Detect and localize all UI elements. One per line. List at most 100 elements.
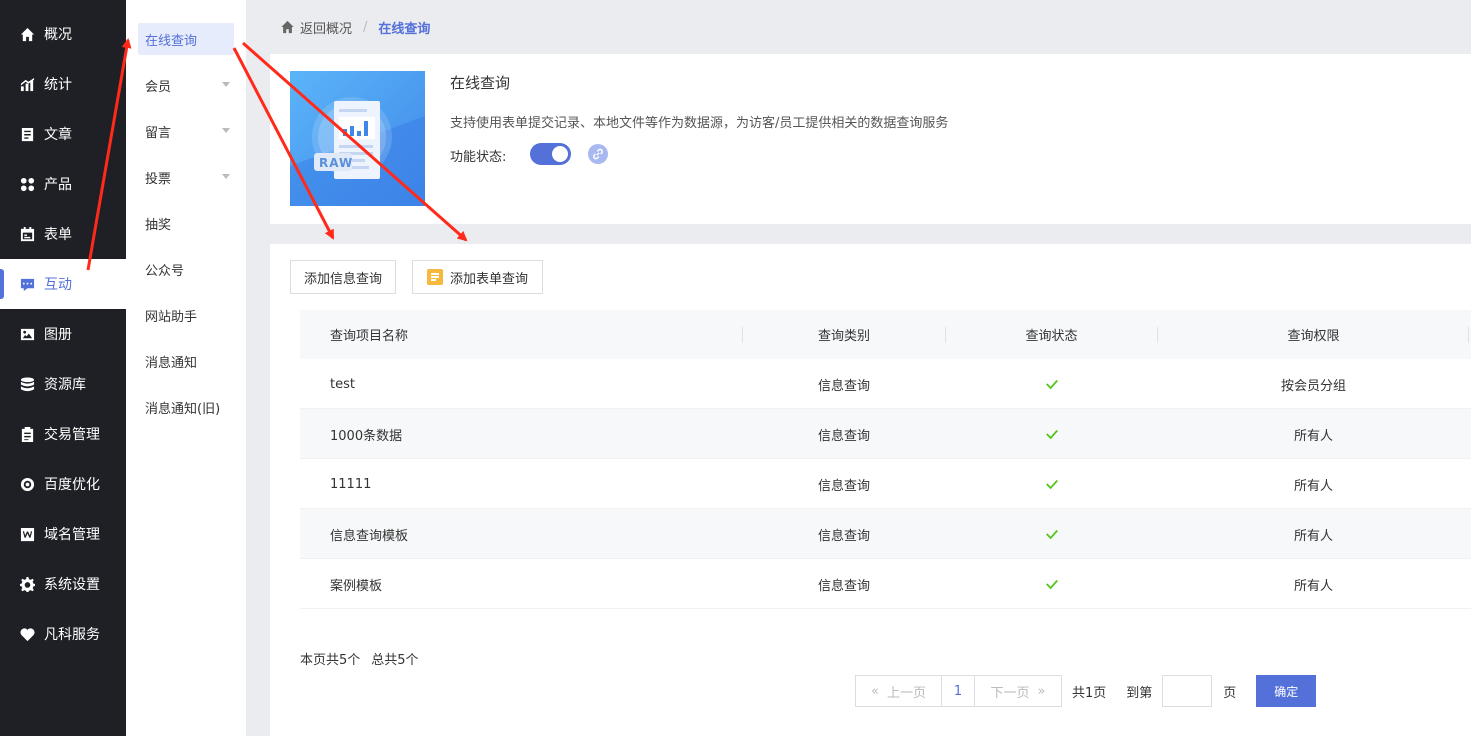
cell-name: 信息查询模板 (330, 528, 409, 544)
column-header-name: 查询项目名称 (330, 329, 409, 344)
check-icon (946, 509, 1157, 559)
cell-name: test (330, 376, 355, 392)
nav-item-label: 凡科服务 (44, 627, 100, 643)
form-icon (426, 269, 443, 285)
table-header: 查询项目名称 查询类别 查询状态 查询权限 (300, 310, 1471, 359)
nav-item-label: 域名管理 (44, 527, 100, 543)
prev-page-label: 上一页 (886, 685, 926, 701)
submenu-item-lottery[interactable]: 抽奖 (138, 207, 234, 239)
feature-state-label: 功能状态: (450, 150, 507, 165)
feature-title: 在线查询 (450, 74, 511, 92)
goto-page-input[interactable] (1162, 675, 1213, 707)
breadcrumb-current: 在线查询 (378, 21, 431, 37)
column-divider (1468, 327, 1469, 343)
grid-icon (20, 177, 35, 192)
banner-raw-label: RAW (319, 156, 354, 170)
nav-item-label: 概况 (44, 27, 72, 43)
cell-permission: 所有人 (1293, 578, 1333, 594)
breadcrumb-separator: / (363, 19, 368, 35)
cell-permission: 所有人 (1293, 528, 1333, 544)
nav-item-product[interactable]: 产品 (0, 159, 126, 209)
domain-icon (20, 527, 35, 542)
cell-type: 信息查询 (817, 478, 870, 494)
calendar-icon (20, 226, 35, 242)
prev-page-button[interactable]: « 上一页 (855, 675, 942, 707)
submenu-item-label: 留言 (145, 125, 172, 141)
nav-item-settings[interactable]: 系统设置 (0, 559, 126, 609)
query-list-card: 添加信息查询 添加表单查询 查询项目名称 查询类别 查询状态 查询权限 test… (270, 244, 1471, 736)
sub-menu: 在线查询 会员 留言 投票 抽奖 公众号 网站助手 消息通知 消息通知(旧) (126, 0, 246, 736)
nav-item-interaction[interactable]: 互动 (0, 259, 126, 309)
link-icon[interactable] (588, 144, 608, 164)
submenu-item-official-account[interactable]: 公众号 (138, 253, 234, 285)
submenu-item-site-assistant[interactable]: 网站助手 (138, 299, 234, 331)
submenu-item-message[interactable]: 留言 (138, 115, 234, 147)
table-row[interactable]: test 信息查询 按会员分组 (300, 359, 1471, 409)
main-sidebar: 概况 统计 文章 产品 表单 互动 图册 资源库 交易管理 百度优化 域名管理 (0, 0, 126, 736)
home-icon (20, 27, 35, 42)
submenu-item-label: 消息通知(旧) (145, 401, 221, 417)
chat-icon (20, 277, 35, 292)
cell-permission: 按会员分组 (1280, 378, 1346, 394)
submenu-item-vote[interactable]: 投票 (138, 161, 234, 193)
total-pages: 共1页 (1072, 685, 1107, 701)
table-row[interactable]: 案例模板 信息查询 所有人 (300, 559, 1471, 609)
button-label: 添加表单查询 (449, 271, 528, 287)
submenu-item-label: 投票 (145, 171, 172, 187)
submenu-item-online-query[interactable]: 在线查询 (138, 23, 234, 55)
home-icon (280, 20, 295, 34)
nav-item-label: 图册 (44, 327, 72, 343)
feature-description: 支持使用表单提交记录、本地文件等作为数据源，为访客/员工提供相关的数据查询服务 (450, 116, 949, 131)
add-form-query-button[interactable]: 添加表单查询 (412, 260, 543, 294)
table-row[interactable]: 1000条数据 信息查询 所有人 (300, 409, 1471, 459)
confirm-button[interactable]: 确定 (1256, 675, 1317, 707)
table-row[interactable]: 11111 信息查询 所有人 (300, 459, 1471, 509)
total-count: 总共5个 (371, 653, 419, 668)
nav-item-seo[interactable]: 百度优化 (0, 459, 126, 509)
breadcrumb-back-link[interactable]: 返回概况 (300, 18, 352, 37)
album-icon (20, 327, 35, 342)
cell-name: 1000条数据 (330, 428, 403, 444)
page-unit-label: 页 (1223, 685, 1237, 701)
submenu-item-member[interactable]: 会员 (138, 69, 234, 101)
submenu-item-notification[interactable]: 消息通知 (138, 345, 234, 377)
nav-item-label: 系统设置 (44, 577, 100, 593)
cell-permission: 所有人 (1293, 478, 1333, 494)
check-icon (946, 559, 1157, 609)
submenu-item-notification-old[interactable]: 消息通知(旧) (138, 391, 234, 423)
nav-item-article[interactable]: 文章 (0, 109, 126, 159)
clipboard-icon (20, 426, 35, 442)
submenu-item-label: 消息通知 (145, 355, 198, 371)
article-icon (20, 127, 35, 142)
check-icon (946, 459, 1157, 509)
table-row[interactable]: 信息查询模板 信息查询 所有人 (300, 509, 1471, 559)
nav-item-overview[interactable]: 概况 (0, 9, 126, 59)
breadcrumb: 返回概况 / 在线查询 (270, 0, 1471, 54)
gear-icon (20, 576, 35, 592)
submenu-item-label: 抽奖 (145, 217, 172, 233)
nav-item-label: 统计 (44, 77, 72, 93)
chart-icon (20, 77, 35, 92)
column-header-status: 查询状态 (1025, 329, 1078, 344)
next-page-button[interactable]: 下一页 » (974, 675, 1062, 707)
nav-item-album[interactable]: 图册 (0, 309, 126, 359)
database-icon (20, 376, 35, 392)
nav-item-trade[interactable]: 交易管理 (0, 409, 126, 459)
submenu-item-label: 公众号 (145, 263, 185, 279)
item-count-summary: 本页共5个 总共5个 (300, 649, 419, 668)
feature-state-toggle[interactable] (530, 143, 571, 165)
add-info-query-button[interactable]: 添加信息查询 (290, 260, 396, 294)
feature-intro-card: RAW 在线查询 支持使用表单提交记录、本地文件等作为数据源，为访客/员工提供相… (270, 54, 1471, 224)
nav-item-service[interactable]: 凡科服务 (0, 609, 126, 659)
check-icon (946, 409, 1157, 459)
column-header-permission: 查询权限 (1287, 329, 1340, 344)
nav-item-form[interactable]: 表单 (0, 209, 126, 259)
nav-item-statistics[interactable]: 统计 (0, 59, 126, 109)
nav-item-domain[interactable]: 域名管理 (0, 509, 126, 559)
heart-icon (20, 627, 35, 642)
nav-item-label: 百度优化 (44, 477, 100, 493)
page-number-button[interactable]: 1 (942, 675, 974, 707)
target-icon (20, 477, 35, 492)
nav-item-label: 表单 (44, 227, 72, 243)
nav-item-resources[interactable]: 资源库 (0, 359, 126, 409)
